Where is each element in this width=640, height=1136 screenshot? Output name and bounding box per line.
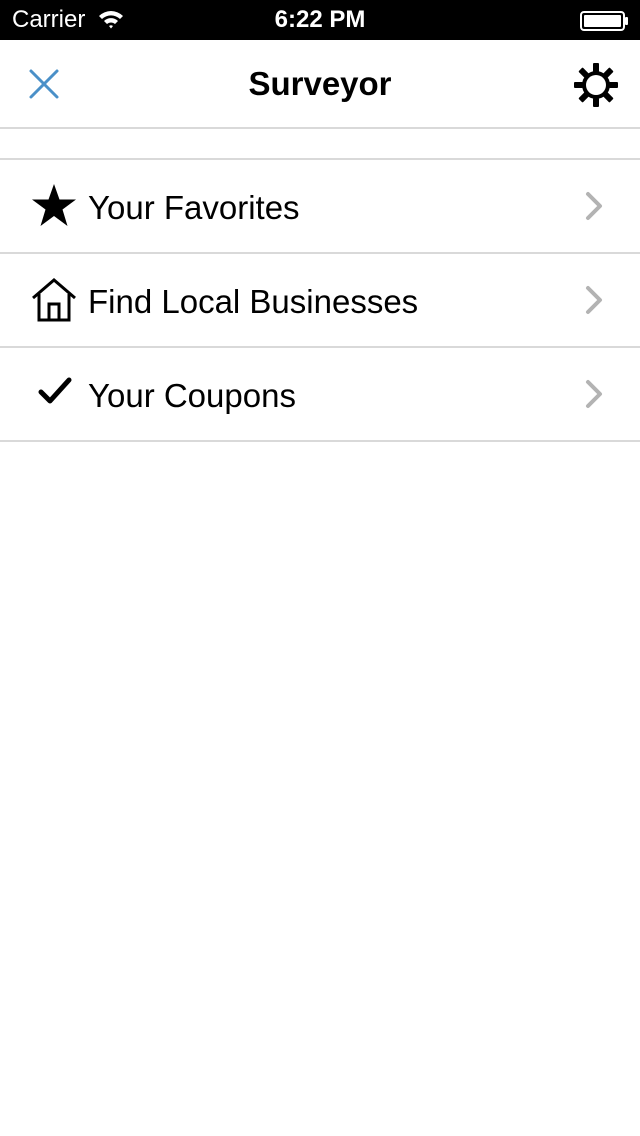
chevron-right-icon (586, 192, 602, 220)
menu-item-your-favorites[interactable]: Your Favorites (0, 160, 640, 254)
star-icon (32, 184, 76, 226)
settings-button[interactable] (572, 61, 620, 109)
chevron-right-icon (586, 380, 602, 408)
menu-item-find-local-businesses[interactable]: Find Local Businesses (0, 254, 640, 348)
navigation-bar: Surveyor (0, 40, 640, 129)
menu-item-your-coupons[interactable]: Your Coupons (0, 348, 640, 442)
menu-list: Your Favorites Find Local Businesses You… (0, 160, 640, 442)
status-bar: Carrier 6:22 PM (0, 0, 640, 40)
house-icon (32, 278, 76, 322)
page-title: Surveyor (248, 65, 392, 102)
battery-full-icon (580, 11, 628, 31)
gear-icon (574, 63, 618, 107)
checkmark-icon (38, 377, 72, 404)
menu-item-label: Your Favorites (88, 189, 300, 226)
chevron-right-icon (586, 286, 602, 314)
menu-item-label: Find Local Businesses (88, 283, 419, 320)
section-header-spacer (0, 129, 640, 160)
menu-item-label: Your Coupons (88, 377, 296, 414)
status-time: 6:22 PM (274, 6, 366, 33)
